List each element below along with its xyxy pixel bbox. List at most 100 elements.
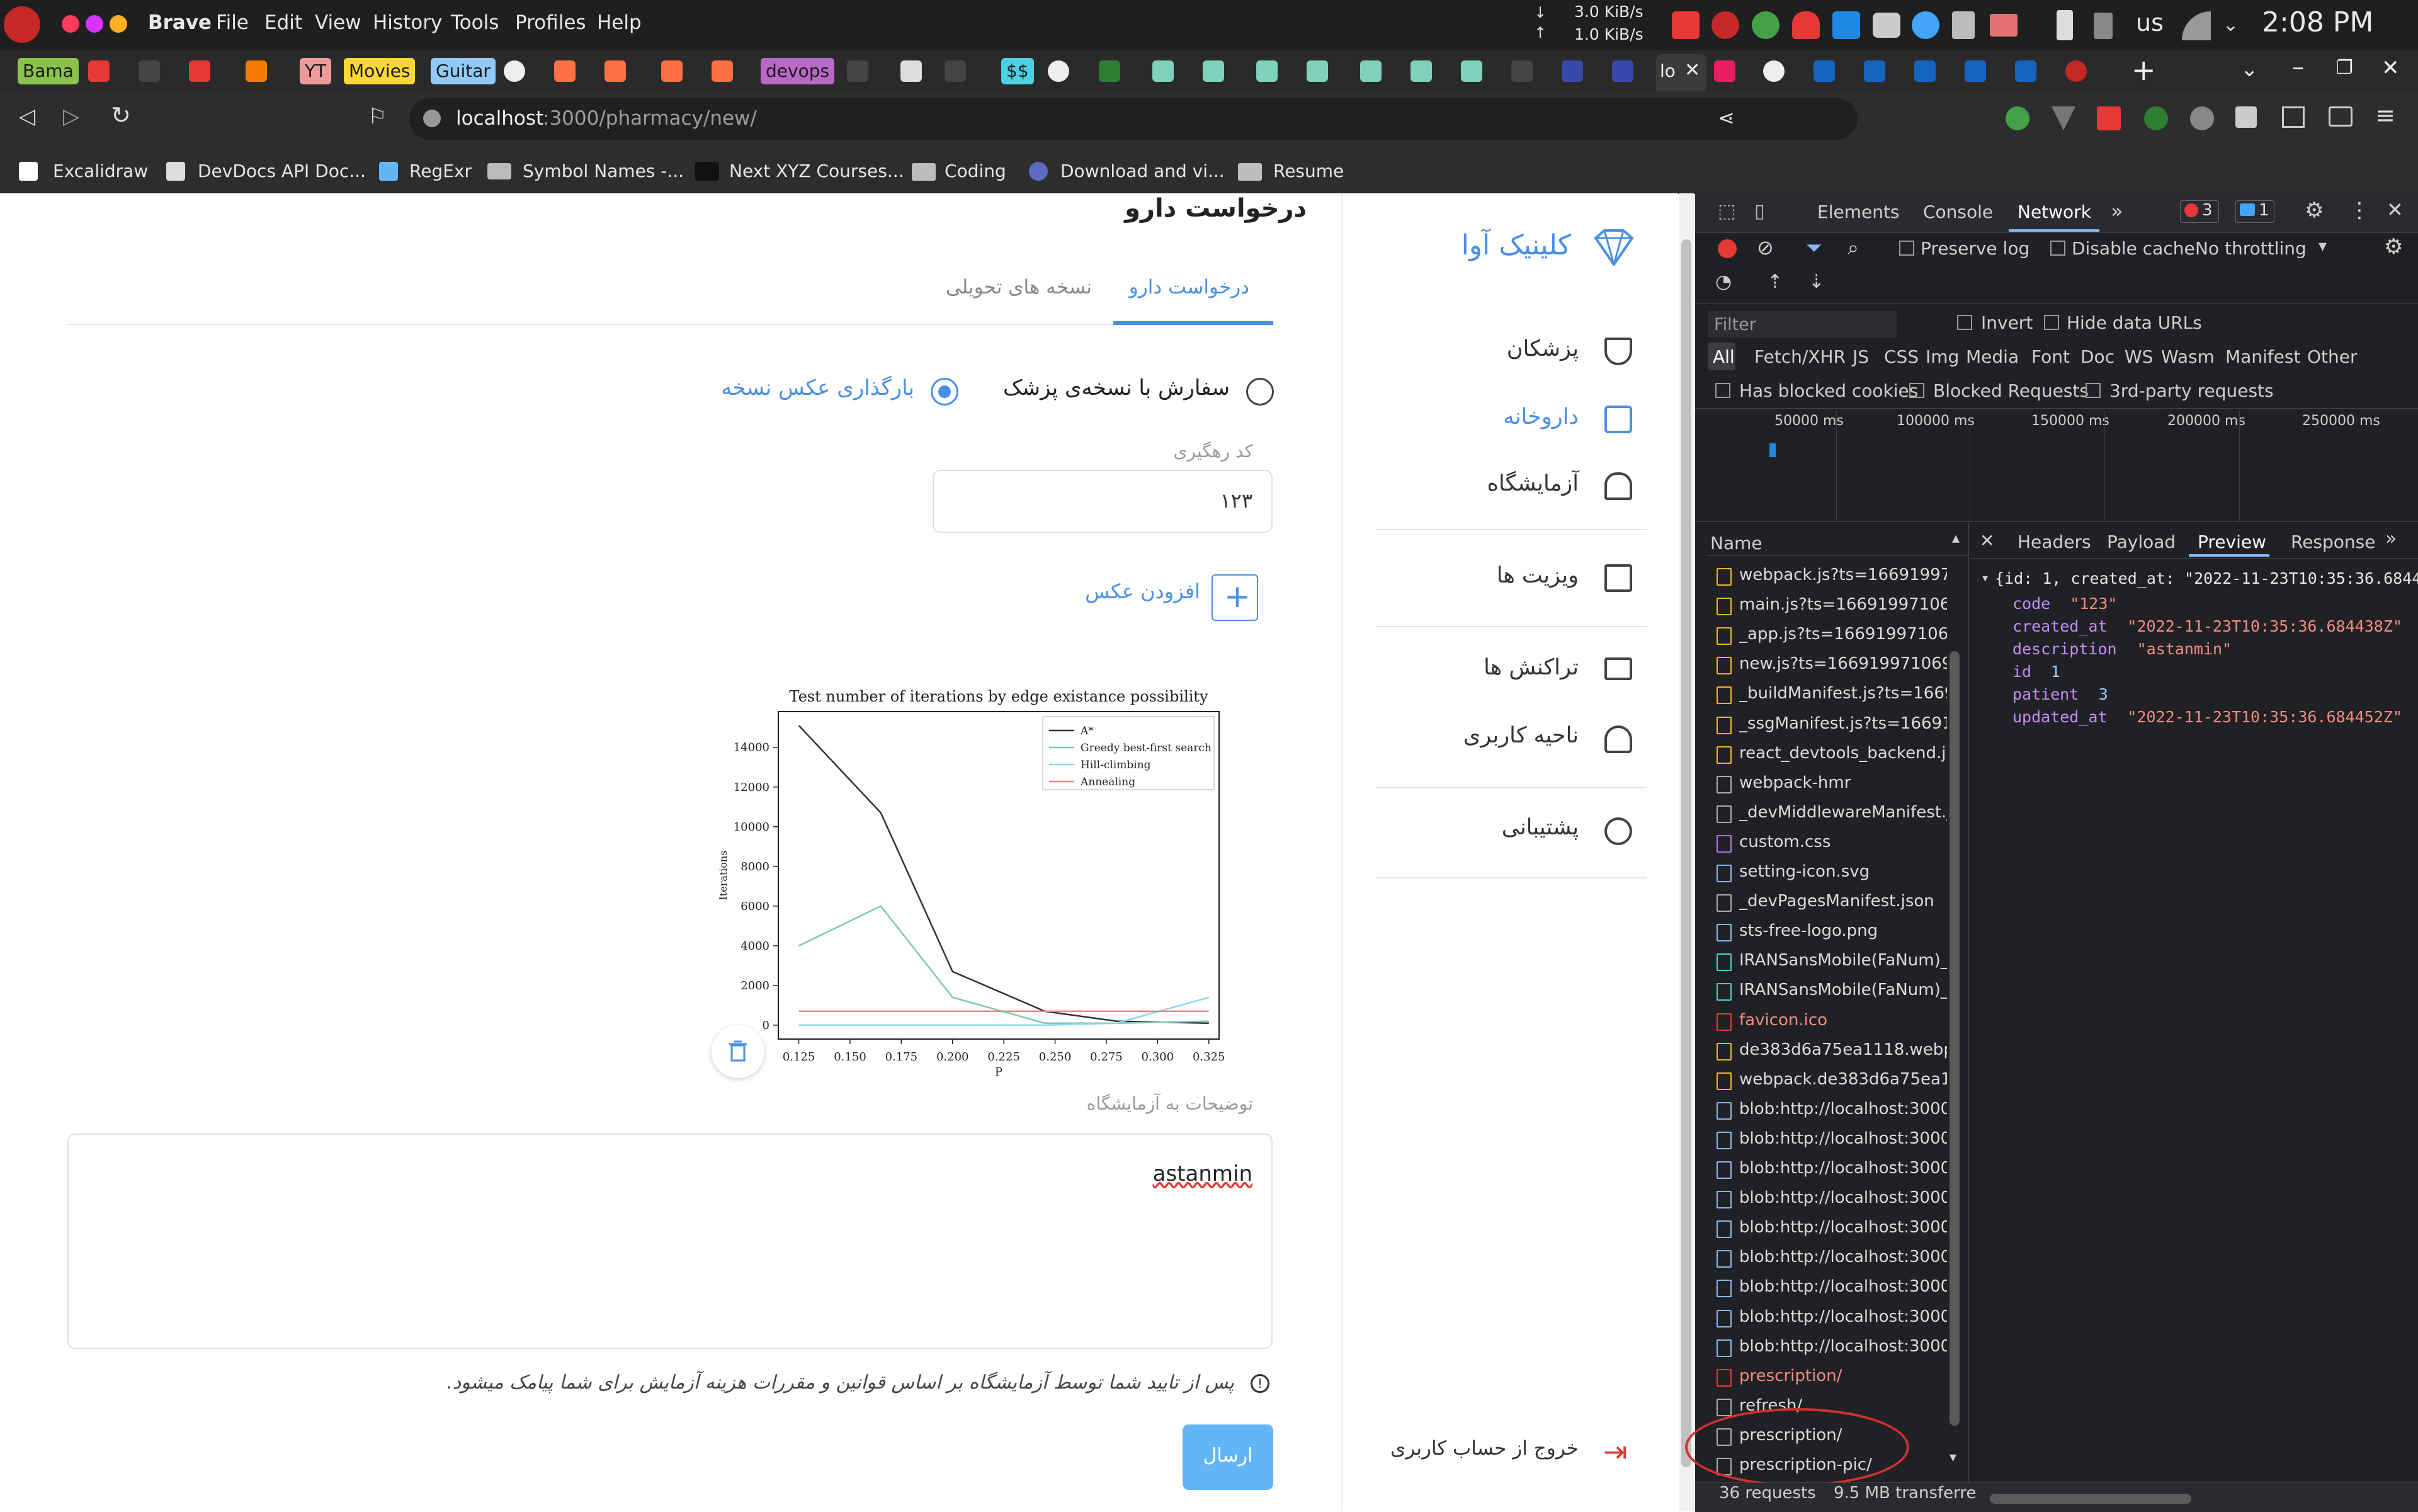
tray-skull-icon[interactable] [1752, 11, 1779, 39]
request-row[interactable]: blob:http://localhost:3000... [1739, 1307, 1947, 1326]
detail-tab-preview[interactable]: Preview [2198, 531, 2266, 552]
tray-mute-icon[interactable] [1990, 14, 2018, 37]
tab-sync5-icon[interactable] [1360, 60, 1382, 82]
ext-red-icon[interactable] [2097, 106, 2121, 130]
type-wasm[interactable]: Wasm [2161, 346, 2215, 367]
menu-edit[interactable]: Edit [264, 11, 302, 34]
devtools-settings-icon[interactable]: ⚙ [2305, 198, 2324, 223]
back-icon[interactable]: ◁ [19, 104, 35, 129]
request-row[interactable]: new.js?ts=1669199710696 [1739, 654, 1947, 673]
tab-github3-icon[interactable] [945, 60, 966, 82]
tab-green-icon[interactable] [1099, 60, 1120, 82]
device-toolbar-icon[interactable]: ▯ [1754, 200, 1765, 222]
has-blocked-cookies-label[interactable]: Has blocked cookies [1739, 380, 1918, 401]
maximize-window-icon[interactable] [110, 15, 127, 33]
close-tab-icon[interactable]: ✕ [1684, 59, 1700, 81]
window-close-button[interactable]: ✕ [2381, 55, 2400, 81]
request-row[interactable]: blob:http://localhost:3000... [1739, 1248, 1947, 1266]
request-row[interactable]: blob:http://localhost:3000... [1739, 1218, 1947, 1237]
sidebar-toggle-icon[interactable] [2282, 106, 2305, 128]
page-scrollbar-thumb[interactable] [1681, 239, 1691, 1467]
has-blocked-cookies-checkbox[interactable] [1715, 383, 1730, 398]
radio-prescription-label[interactable]: سفارش با نسخه‌ی پزشک [1003, 375, 1230, 401]
preview-summary[interactable]: {id: 1, created_at: "2022-11-23T10:35:36… [1995, 569, 2418, 588]
main-menu-icon[interactable]: ≡ [2375, 101, 2395, 129]
request-row[interactable]: favicon.ico [1739, 1011, 1947, 1030]
scroll-down-arrow-icon[interactable]: ▾ [1950, 1450, 1956, 1465]
type-font[interactable]: Font [2031, 346, 2070, 367]
type-css[interactable]: CSS [1884, 346, 1919, 367]
delete-image-button[interactable] [712, 1025, 764, 1078]
bookmark-download[interactable]: Download and vi... [1060, 161, 1225, 181]
bookmark-devdocs[interactable]: DevDocs API Doc... [198, 161, 366, 181]
tab-gitlab2-icon[interactable] [604, 60, 626, 82]
detail-tab-response[interactable]: Response [2291, 531, 2375, 552]
request-row[interactable]: blob:http://localhost:3000... [1739, 1188, 1947, 1207]
tab-chrome2-icon[interactable] [1048, 60, 1069, 82]
tab-gear-icon[interactable] [2065, 60, 2087, 82]
tab-notion-icon[interactable] [900, 60, 922, 82]
tab-yt[interactable]: YT [300, 58, 332, 84]
invert-checkbox[interactable] [1957, 315, 1972, 330]
devtools-menu-icon[interactable]: ⋮ [2349, 198, 2370, 223]
errors-badge[interactable]: 3 [2180, 200, 2219, 223]
tab-delivered-prescriptions[interactable]: نسخه های تحویلی [946, 276, 1092, 298]
menu-file[interactable]: File [216, 11, 249, 34]
preserve-log-label[interactable]: Preserve log [1921, 238, 2029, 259]
tab-bama[interactable]: Bama [18, 58, 79, 84]
tab-sync2-icon[interactable] [1203, 60, 1224, 82]
request-row[interactable]: webpack.de383d6a75ea1... [1739, 1070, 1947, 1089]
radio-upload-label[interactable]: بارگذاری عکس نسخه [721, 375, 914, 401]
request-row[interactable]: _devMiddlewareManifest.j... [1739, 803, 1947, 822]
request-row[interactable]: _devPagesManifest.json [1739, 892, 1947, 911]
request-row[interactable]: blob:http://localhost:3000... [1739, 1129, 1947, 1148]
throttling-chevron-icon[interactable]: ▾ [2319, 237, 2327, 256]
ext-green-icon[interactable] [2144, 106, 2168, 130]
request-row[interactable]: _buildManifest.js?ts=1669... [1739, 684, 1947, 703]
tab-active[interactable]: lo ✕ [1656, 54, 1706, 91]
new-tab-button[interactable]: + [2131, 53, 2156, 87]
tab-figma-icon[interactable] [1714, 60, 1735, 82]
tab-money[interactable]: $$ [1001, 58, 1034, 84]
third-party-checkbox[interactable] [2086, 383, 2101, 398]
tab-sync-icon[interactable] [1152, 60, 1174, 82]
bookmark-coding[interactable]: Coding [945, 161, 1006, 181]
tray-bluetooth-icon[interactable] [2094, 13, 2113, 39]
record-button[interactable] [1718, 239, 1737, 258]
request-row[interactable]: blob:http://localhost:3000... [1739, 1337, 1947, 1356]
notes-textarea[interactable]: astanmin [67, 1134, 1273, 1349]
sort-arrow-icon[interactable]: ▴ [1952, 529, 1960, 547]
bookmark-icon[interactable]: ⚐ [368, 104, 387, 129]
menu-history[interactable]: History [373, 11, 442, 34]
request-row[interactable]: blob:http://localhost:3000... [1739, 1159, 1947, 1178]
menu-help[interactable]: Help [597, 11, 642, 34]
sidebar-item-pharmacy[interactable]: داروخانه [1503, 404, 1579, 429]
brand-name[interactable]: کلینیک آوا [1462, 229, 1571, 261]
tab-chrome3-icon[interactable] [1763, 60, 1785, 82]
ext-badge-icon[interactable] [2190, 106, 2214, 130]
request-row[interactable]: sts-free-logo.png [1739, 921, 1947, 940]
minimize-window-icon[interactable] [86, 15, 103, 33]
type-js[interactable]: JS [1853, 346, 1869, 367]
tab-m-icon[interactable] [1813, 60, 1835, 82]
app-name[interactable]: Brave [148, 11, 212, 34]
filter-icon[interactable]: ⏷ [1806, 236, 1822, 260]
tab-gitlab4-icon[interactable] [712, 60, 733, 82]
tab-m3-icon[interactable] [1914, 60, 1936, 82]
menu-view[interactable]: View [315, 11, 361, 34]
hide-data-urls-checkbox[interactable] [2044, 315, 2059, 330]
wallet-icon[interactable] [2329, 106, 2353, 127]
bookmark-symbol-names[interactable]: Symbol Names -... [523, 161, 684, 181]
sidebar-item-support[interactable]: پشتیبانی [1502, 815, 1579, 840]
logout-link[interactable]: خروج از حساب کاربری [1390, 1437, 1579, 1460]
bookmark-excalidraw[interactable]: Excalidraw [53, 161, 148, 181]
menu-tools[interactable]: Tools [451, 11, 499, 34]
online-wifi-icon[interactable]: ◔ [1715, 271, 1732, 293]
url-bar[interactable]: localhost :3000/pharmacy/new/ ⋖ [409, 98, 1858, 140]
request-row[interactable]: react_devtools_backend.js [1739, 744, 1947, 763]
window-restore-button[interactable]: ❐ [2336, 57, 2353, 79]
request-row[interactable]: IRANSansMobile(FaNum)_... [1739, 951, 1947, 970]
submit-button[interactable]: ارسال [1183, 1424, 1273, 1490]
blocked-requests-checkbox[interactable] [1909, 383, 1924, 398]
export-har-icon[interactable]: ⇣ [1808, 271, 1824, 293]
